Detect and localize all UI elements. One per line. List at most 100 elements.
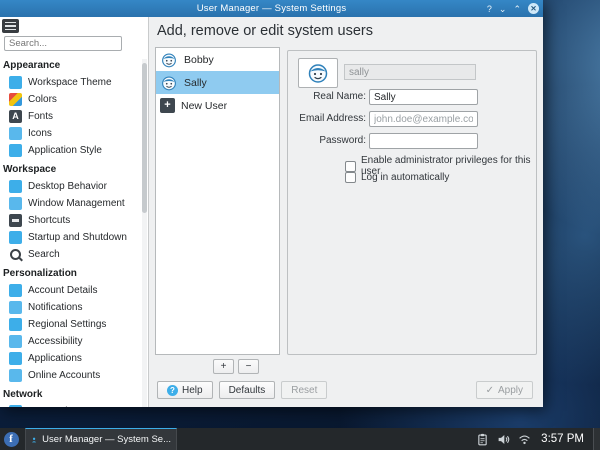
help-button[interactable]: ? Help — [157, 381, 213, 399]
defaults-button-label: Defaults — [229, 385, 266, 396]
sidebar-item-window-management[interactable]: Window Management — [0, 195, 148, 212]
window-management-icon — [9, 197, 22, 210]
avatar-button[interactable] — [298, 58, 338, 88]
sidebar-item-label: Notifications — [28, 302, 82, 313]
sidebar-item-desktop-behavior[interactable]: Desktop Behavior — [0, 178, 148, 195]
add-user-button[interactable]: + — [213, 359, 234, 374]
fedora-logo-icon: f — [4, 432, 19, 447]
help-icon: ? — [167, 385, 178, 396]
user-row-sally[interactable]: Sally — [156, 71, 279, 94]
sidebar-item-label: Applications — [28, 353, 82, 364]
volume-icon[interactable] — [497, 433, 510, 446]
sidebar-item-label: Desktop Behavior — [28, 181, 107, 192]
sidebar-item-label: Workspace Theme — [28, 77, 112, 88]
real-name-label: Real Name: — [288, 89, 366, 105]
minimize-icon[interactable]: ⌄ — [499, 4, 507, 14]
user-row-bobby[interactable]: Bobby — [156, 48, 279, 71]
titlebar[interactable]: User Manager — System Settings ? ⌄ ⌃ ✕ — [0, 0, 543, 17]
taskbar-clock[interactable]: 3:57 PM — [541, 433, 584, 445]
sidebar-section-appearance: Appearance — [0, 55, 148, 74]
password-field[interactable] — [369, 133, 478, 149]
sidebar-item-shortcuts[interactable]: Shortcuts — [0, 212, 148, 229]
online-accounts-icon — [9, 369, 22, 382]
sidebar-item-label: Accessibility — [28, 336, 82, 347]
close-icon[interactable]: ✕ — [528, 3, 539, 14]
sidebar-item-online-accounts[interactable]: Online Accounts — [0, 367, 148, 384]
reset-button-label: Reset — [291, 385, 317, 396]
help-window-button[interactable]: ? — [487, 4, 492, 14]
sidebar-scrollbar-thumb[interactable] — [142, 63, 147, 213]
titlebar-buttons: ? ⌄ ⌃ ✕ — [487, 0, 539, 17]
sidebar-item-icons[interactable]: Icons — [0, 125, 148, 142]
autologin-checkbox-row[interactable]: Log in automatically — [345, 172, 449, 183]
desktop-behavior-icon — [9, 180, 22, 193]
search-icon — [9, 248, 22, 261]
sidebar-item-regional-settings[interactable]: Regional Settings — [0, 316, 148, 333]
hamburger-menu-icon[interactable] — [2, 19, 19, 33]
sidebar-section-personalization: Personalization — [0, 263, 148, 282]
sidebar-item-label: Account Details — [28, 285, 97, 296]
sidebar-item-notifications[interactable]: Notifications — [0, 299, 148, 316]
user-details-frame: Real Name: Email Address: Password: Enab… — [287, 50, 537, 355]
shortcuts-icon — [9, 214, 22, 227]
remove-user-button[interactable]: − — [238, 359, 259, 374]
username-field — [344, 64, 476, 80]
footer-buttons: ? Help Defaults Reset ✓ Apply — [149, 380, 543, 407]
sidebar-item-fonts[interactable]: Fonts — [0, 108, 148, 125]
show-desktop-button[interactable] — [593, 428, 600, 450]
autologin-checkbox[interactable] — [345, 172, 356, 183]
connections-icon — [9, 405, 22, 407]
sidebar-item-applications[interactable]: Applications — [0, 350, 148, 367]
system-settings-window: User Manager — System Settings ? ⌄ ⌃ ✕ A… — [0, 0, 543, 407]
sidebar-item-startup-and-shutdown[interactable]: Startup and Shutdown — [0, 229, 148, 246]
content: Bobby Sally — [149, 45, 543, 380]
autologin-label: Log in automatically — [361, 172, 449, 183]
maximize-icon[interactable]: ⌃ — [513, 4, 521, 14]
user-name: Sally — [184, 77, 207, 89]
admin-privileges-checkbox[interactable] — [345, 161, 356, 172]
sidebar-item-label: Search — [28, 249, 60, 260]
user-name: New User — [181, 100, 227, 112]
sidebar: Appearance Workspace Theme Colors Fonts — [0, 17, 149, 407]
sidebar-item-label: Shortcuts — [28, 215, 70, 226]
sidebar-item-colors[interactable]: Colors — [0, 91, 148, 108]
application-style-icon — [9, 144, 22, 157]
system-tray — [476, 433, 531, 446]
email-label: Email Address: — [288, 111, 366, 127]
real-name-field[interactable] — [369, 89, 478, 105]
window-body: Appearance Workspace Theme Colors Fonts — [0, 17, 543, 407]
sidebar-item-workspace-theme[interactable]: Workspace Theme — [0, 74, 148, 91]
reset-button[interactable]: Reset — [281, 381, 327, 399]
sidebar-item-label: Colors — [28, 94, 57, 105]
apply-button[interactable]: ✓ Apply — [476, 381, 533, 399]
network-icon[interactable] — [518, 433, 531, 446]
sidebar-item-label: Startup and Shutdown — [28, 232, 127, 243]
sidebar-item-label: Fonts — [28, 111, 53, 122]
taskbar-task-user-manager[interactable]: User Manager — System Se... — [25, 428, 177, 450]
regional-settings-icon — [9, 318, 22, 331]
search-input[interactable] — [4, 36, 122, 51]
sidebar-item-account-details[interactable]: Account Details — [0, 282, 148, 299]
icons-icon — [9, 127, 22, 140]
sidebar-item-label: Connections — [28, 406, 84, 407]
sidebar-item-accessibility[interactable]: Accessibility — [0, 333, 148, 350]
sidebar-section-network: Network — [0, 384, 148, 403]
sidebar-item-search[interactable]: Search — [0, 246, 148, 263]
colors-icon — [9, 93, 22, 106]
clipboard-icon[interactable] — [476, 433, 489, 446]
apply-check-icon: ✓ — [486, 385, 494, 396]
app-launcher-button[interactable]: f — [0, 428, 22, 450]
sidebar-item-label: Regional Settings — [28, 319, 106, 330]
window-title: User Manager — System Settings — [0, 3, 543, 14]
apply-button-label: Apply — [498, 385, 523, 396]
user-list-buttons: + − — [213, 359, 259, 374]
user-row-new-user[interactable]: New User — [156, 94, 279, 117]
sidebar-item-label: Window Management — [28, 198, 125, 209]
sidebar-item-connections[interactable]: Connections — [0, 403, 148, 407]
sidebar-item-application-style[interactable]: Application Style — [0, 142, 148, 159]
page-title: Add, remove or edit system users — [149, 17, 543, 45]
applications-icon — [9, 352, 22, 365]
password-label: Password: — [288, 133, 366, 149]
email-field[interactable] — [369, 111, 478, 127]
defaults-button[interactable]: Defaults — [219, 381, 276, 399]
